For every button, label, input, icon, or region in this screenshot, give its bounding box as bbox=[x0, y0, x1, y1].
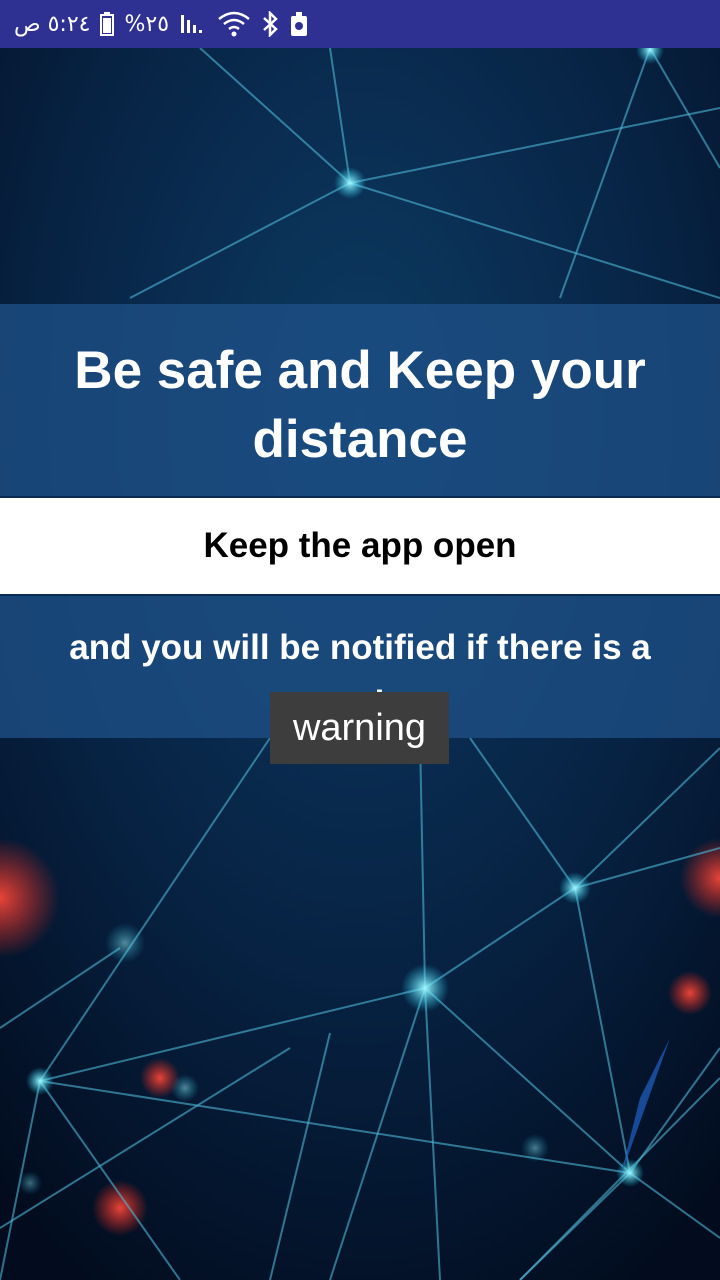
headline: Be safe and Keep your distance bbox=[74, 341, 646, 469]
signal-icon bbox=[179, 13, 207, 35]
notification-text-container: and you will be notified if there is a w… bbox=[0, 620, 720, 692]
status-time: ٥:٢٤ ص bbox=[14, 11, 91, 37]
battery-icon bbox=[100, 12, 115, 36]
bluetooth-icon bbox=[261, 11, 279, 37]
instruction-strip: Keep the app open bbox=[0, 496, 720, 596]
notification-icon bbox=[289, 11, 309, 37]
wifi-icon bbox=[217, 11, 251, 37]
notification-text: and you will be notified if there is a w… bbox=[69, 628, 651, 692]
status-bar: ٥:٢٤ ص %٢٥ bbox=[0, 0, 720, 48]
battery-percent: %٢٥ bbox=[124, 11, 170, 37]
app-screen: ٥:٢٤ ص %٢٥ Be safe and Keep your distanc… bbox=[0, 0, 720, 1280]
instruction-text: Keep the app open bbox=[203, 526, 517, 565]
toast-message: warning bbox=[270, 692, 449, 764]
